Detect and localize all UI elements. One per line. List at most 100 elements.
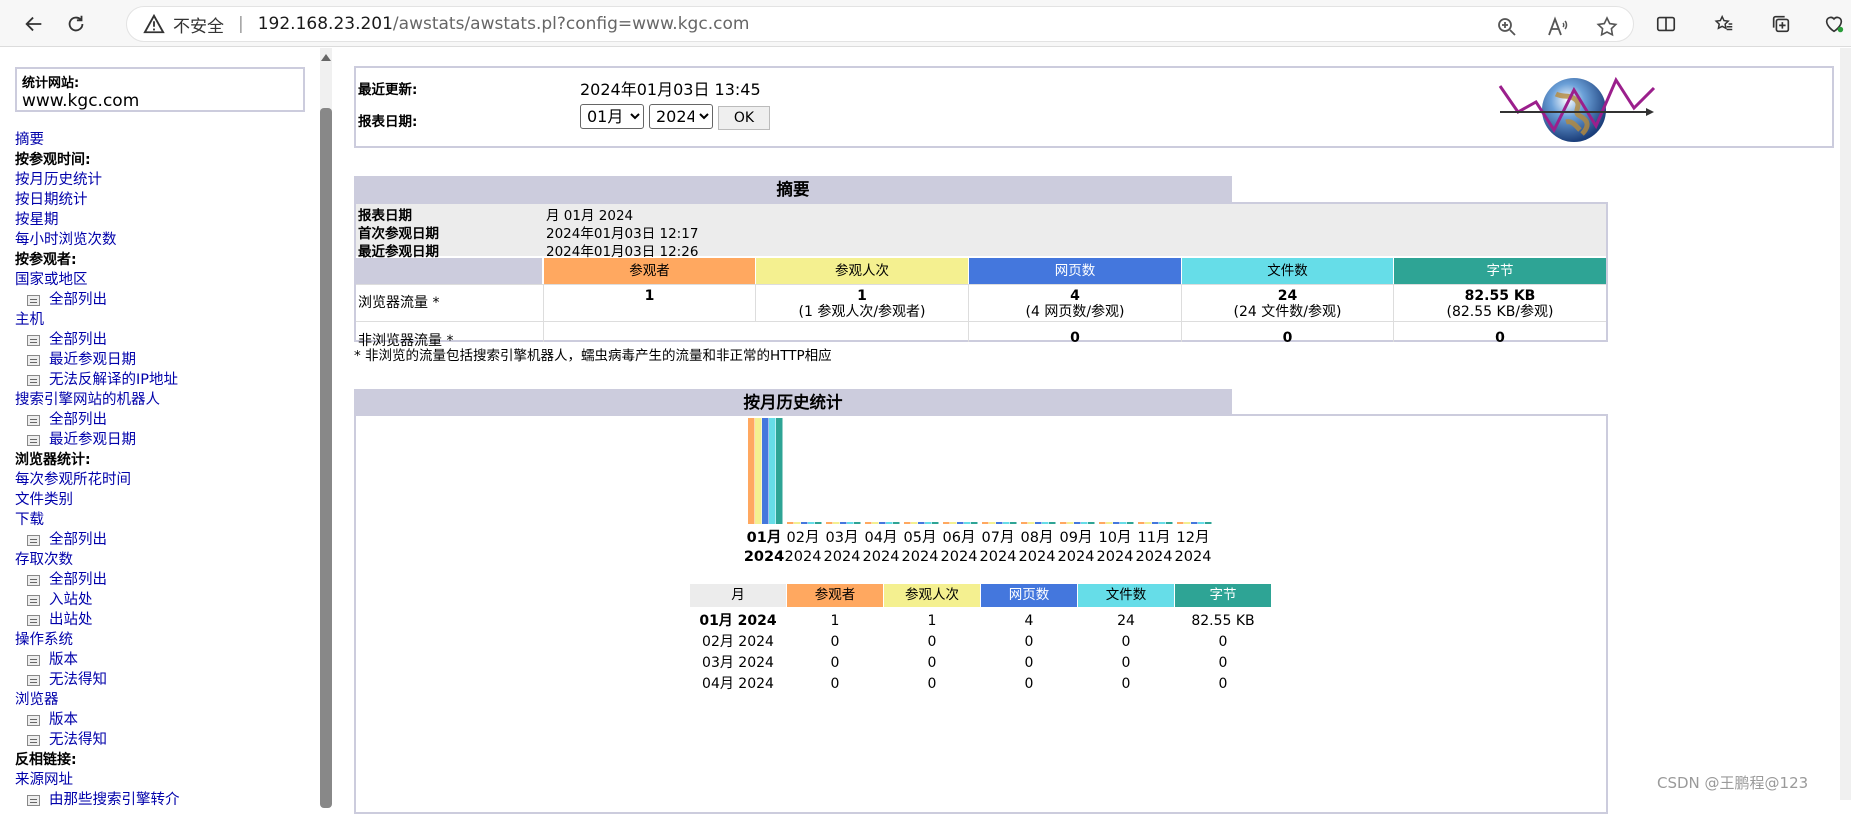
sidebar-item[interactable]: 按星期 [15,210,305,230]
bar-11-5 [1166,522,1173,524]
sidebar-subitem[interactable]: 无法反解译的IP地址 [15,370,305,390]
sidebar-item-label: 全部列出 [49,412,107,428]
sidebar-subitem[interactable]: 最近参观日期 [15,430,305,450]
monthly-table-cell: 82.55 KB [1191,613,1255,629]
summary-row-key: 首次参观日期 [358,226,439,242]
back-icon[interactable] [18,8,50,40]
list-icon [27,294,40,306]
sidebar-item[interactable]: 下载 [15,510,305,530]
sidebar-item[interactable]: 按日期统计 [15,190,305,210]
sidebar-item[interactable]: 每次参观所花时间 [15,470,305,490]
browser-traffic-bandwidth: 82.55 KB (82.55 KB/参观) [1446,288,1554,320]
monthly-table-cell: 0 [1218,655,1228,671]
split-screen-icon[interactable] [1650,8,1682,40]
month-name: 09月 [1059,530,1093,546]
collections-icon[interactable] [1765,8,1797,40]
zoom-icon[interactable] [1495,15,1519,39]
left-navigation-frame: 统计网站: www.kgc.com 摘要 按参观时间: 按月历史统计 按日期统计 按星期… [0,48,320,808]
month-label: 02月 2024 [782,529,824,567]
summary-row-value: 2024年01月03日 12:17 [546,226,699,242]
month-label: 01月 2024 [743,529,785,567]
sidebar-subitem[interactable]: 版本 [15,650,305,670]
sidebar-item-label: 每小时浏览次数 [15,232,117,248]
scrollbar-thumb[interactable] [320,108,332,808]
year-select[interactable]: 2024 [649,104,713,129]
left-frame-scrollbar[interactable] [320,48,332,808]
bar-4-5 [893,522,900,524]
sidebar-item[interactable]: 搜索引擎网站的机器人 [15,390,305,410]
monthly-table-cell: 0 [1024,676,1034,692]
ok-button[interactable]: OK [718,106,770,130]
sidebar-item[interactable]: 存取次数 [15,550,305,570]
sidebar-item-label: 按星期 [15,212,59,228]
bar-3-1 [826,522,833,524]
sidebar-item[interactable]: 文件类别 [15,490,305,510]
favorites-icon[interactable] [1708,8,1740,40]
bar-2-4 [808,522,815,524]
sidebar-subitem[interactable]: 由那些搜索引擎转介 [15,790,305,810]
month-name: 03月 [825,530,859,546]
address-bar[interactable]: 不安全 | 192.168.23.201/awstats/awstats.pl?… [126,6,1634,42]
sidebar-item-label: 由那些搜索引擎转介 [49,792,180,808]
month-select[interactable]: 01月 [580,104,644,129]
bar-10-4 [1120,522,1127,524]
main-frame-scrollbar[interactable] [1840,48,1851,800]
list-icon [27,714,40,726]
bar-7-2 [989,522,996,524]
monthly-table-header: 文件数 [1078,584,1174,607]
sidebar-item-label: 操作系统 [15,632,73,648]
sidebar-item[interactable]: 国家或地区 [15,270,305,290]
sidebar-subitem[interactable]: 入站处 [15,590,305,610]
sidebar-subitem[interactable]: 全部列出 [15,290,305,310]
bar-5-4 [925,522,932,524]
sidebar-item-label: 按日期统计 [15,192,88,208]
sidebar-item-label: 每次参观所花时间 [15,472,131,488]
browser-essentials-icon[interactable] [1818,8,1850,40]
sidebar-item[interactable]: 操作系统 [15,630,305,650]
bar-3-5 [854,522,861,524]
monthly-table-cell: 0 [830,655,840,671]
bar-3-2 [833,522,840,524]
sidebar-subitem[interactable]: 最近参观日期 [15,350,305,370]
col-visitors-header: 参观者 [544,258,755,284]
sidebar-subitem[interactable]: 出站处 [15,610,305,630]
sidebar-subitem[interactable]: 全部列出 [15,330,305,350]
sidebar-subitem[interactable]: 全部列出 [15,570,305,590]
sidebar-item[interactable]: 主机 [15,310,305,330]
list-icon [27,614,40,626]
refresh-icon[interactable] [60,8,92,40]
main-content-frame: 最近更新: 2024年01月03日 13:45 报表日期: 01月 2024 O… [338,48,1851,814]
list-icon [27,654,40,666]
monthly-table-cell: 04月 2024 [702,676,774,692]
site-label: 统计网站: [22,76,80,91]
col-hits-header: 文件数 [1182,258,1393,284]
sidebar-subitem[interactable]: 无法得知 [15,730,305,750]
monthly-table-cell: 0 [1121,655,1131,671]
scroll-up-arrow-icon[interactable] [321,54,331,61]
list-icon [27,594,40,606]
sidebar-item[interactable]: 按月历史统计 [15,170,305,190]
sidebar-item-label: 反相链接: [15,752,77,768]
sidebar-item[interactable]: 来源网址 [15,770,305,790]
summary-row-key: 报表日期 [358,208,412,224]
sidebar-subitem[interactable]: 全部列出 [15,410,305,430]
monthly-table-cell: 0 [830,676,840,692]
bar-3-3 [840,522,847,524]
monthly-table-header: 月 [690,584,786,607]
sidebar-item[interactable]: 浏览器 [15,690,305,710]
report-header-box: 最近更新: 2024年01月03日 13:45 报表日期: 01月 2024 O… [354,66,1834,148]
sidebar-item-label: 无法得知 [49,732,107,748]
monthly-table-cell: 0 [1121,676,1131,692]
sidebar-subitem[interactable]: 全部列出 [15,530,305,550]
sidebar-item-label: 全部列出 [49,292,107,308]
read-aloud-icon[interactable] [1545,15,1569,39]
sidebar-item[interactable]: 每小时浏览次数 [15,230,305,250]
bar-6-5 [971,522,978,524]
sidebar-subitem[interactable]: 版本 [15,710,305,730]
favorite-star-icon[interactable] [1595,15,1619,39]
sidebar-subitem[interactable]: 无法得知 [15,670,305,690]
month-year: 2024 [1057,549,1095,565]
sidebar-item[interactable]: 摘要 [15,130,305,150]
month-year: 2024 [862,549,900,565]
sidebar-item-label: 主机 [15,312,44,328]
